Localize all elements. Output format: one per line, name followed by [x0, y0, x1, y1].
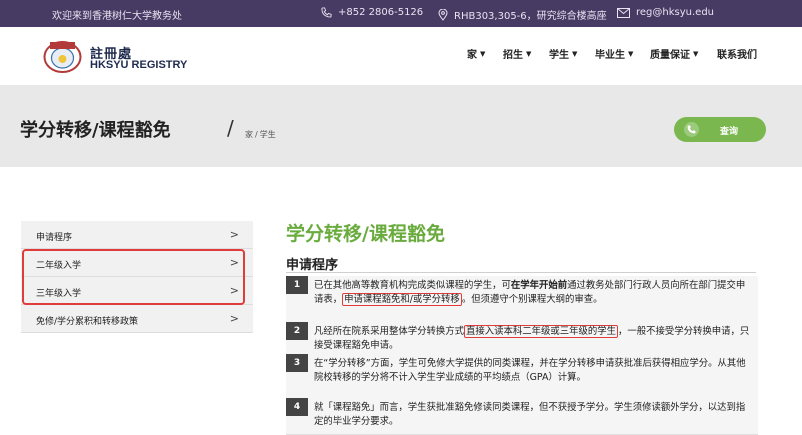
breadcrumb: 家 / 学生	[245, 129, 278, 140]
university-seal-icon[interactable]	[42, 40, 83, 73]
step-text-part: 。但须遵守个别课程大纲的审查。	[461, 294, 603, 305]
section-title: 申请程序	[286, 258, 339, 273]
highlighted-phrase: 申请课程豁免和/或学分转移	[342, 293, 462, 306]
nav-label: 联系我们	[717, 50, 757, 61]
breadcrumb-home[interactable]: 家	[245, 130, 253, 139]
query-button[interactable]: 查询	[674, 117, 766, 142]
sidebar-item-exemption-policy[interactable]: 免修/学分累积和转移政策 >	[21, 305, 253, 333]
caret-down-icon: ▼	[526, 49, 532, 58]
nav-label: 学生	[549, 50, 569, 61]
phone-info[interactable]: +852 2806-5126	[321, 7, 423, 18]
sidebar-item-label: 申请程序	[36, 233, 73, 243]
nav-graduates[interactable]: 毕业生 ▼	[595, 46, 634, 62]
chevron-right-icon: >	[229, 312, 239, 325]
email-info[interactable]: reg@hksyu.edu	[617, 7, 714, 18]
nav-contact-us[interactable]: 联系我们	[717, 46, 757, 61]
logo-english-name[interactable]: HKSYU REGISTRY	[90, 59, 187, 71]
caret-down-icon: ▼	[572, 49, 578, 58]
email-address: reg@hksyu.edu	[636, 7, 715, 18]
step-item-1: 1 已在其他高等教育机构完成类似课程的学生，可在学年开始前通过教务处部门行政人员…	[286, 276, 758, 323]
query-button-label: 查询	[720, 127, 739, 137]
nav-label: 毕业生	[595, 50, 625, 61]
nav-home[interactable]: 家 ▼	[467, 46, 486, 62]
caret-down-icon: ▼	[693, 49, 699, 58]
title-separator: /	[227, 116, 234, 140]
phone-icon	[684, 122, 699, 137]
address-info: RHB303,305-6，研究综合楼高座	[438, 7, 607, 22]
nav-label: 质量保证	[650, 50, 690, 61]
step-item-2: 2 凡经所在院系采用整体学分转换方式 直接入读本科二年级或三年级的学生 ，一般不接受…	[286, 322, 758, 355]
welcome-text: 欢迎来到香港树仁大学教务处	[52, 11, 182, 22]
step-number: 2	[286, 322, 308, 340]
section-divider	[286, 272, 756, 273]
nav-admissions[interactable]: 招生 ▼	[503, 46, 532, 62]
site-header: 註冊處 HKSYU REGISTRY 家 ▼ 招生 ▼ 学生 ▼ 毕业生 ▼ 质量保证 ▼…	[0, 27, 802, 85]
caret-down-icon: ▼	[480, 49, 486, 58]
step-number: 4	[286, 398, 308, 416]
phone-icon	[321, 7, 332, 18]
step-item-4: 4 就「课程豁免」而言，学生获批准豁免修读同类课程，但不获授予学分。学生须修读额…	[286, 398, 758, 435]
breadcrumb-separator: /	[255, 130, 258, 139]
step-item-3: 3 在“学分转移”方面，学生可免修大学提供的同类课程，并在学分转移申请获批准后获…	[286, 354, 758, 399]
step-text: 就「课程豁免」而言，学生获批准豁免修读同类课程，但不获授予学分。学生须修读额外学…	[314, 402, 746, 427]
top-info-bar: 欢迎来到香港树仁大学教务处 +852 2806-5126 RHB303,305-…	[0, 0, 802, 27]
step-number: 1	[286, 276, 308, 294]
sidebar-item-application-procedure[interactable]: 申请程序 >	[21, 221, 253, 249]
step-number: 3	[286, 354, 308, 372]
content-title: 学分转移/课程豁免	[286, 223, 445, 245]
sidebar-highlight-box	[22, 249, 245, 305]
chevron-right-icon: >	[229, 228, 239, 241]
phone-number: +852 2806-5126	[338, 7, 424, 18]
breadcrumb-current: 学生	[259, 130, 276, 139]
location-pin-icon	[438, 8, 448, 21]
highlighted-phrase: 直接入读本科二年级或三年级的学生	[464, 325, 619, 338]
step-text-part: 凡经所在院系采用整体学分转换方式	[314, 326, 465, 337]
step-text-bold: 在学年开始前	[510, 280, 568, 291]
step-text: 已在其他高等教育机构完成类似课程的学生，可在学年开始前通过教务处部门行政人员向所…	[314, 279, 754, 307]
caret-down-icon: ▼	[628, 49, 634, 58]
nav-label: 家	[467, 50, 477, 61]
address-text: RHB303,305-6，研究综合楼高座	[454, 11, 607, 22]
step-text-part: 已在其他高等教育机构完成类似课程的学生，可	[314, 280, 511, 291]
sidebar-item-label: 免修/学分累积和转移政策	[36, 317, 139, 327]
step-text: 凡经所在院系采用整体学分转换方式 直接入读本科二年级或三年级的学生 ，一般不接受学分…	[314, 325, 754, 353]
mail-icon	[617, 7, 630, 18]
nav-students[interactable]: 学生 ▼	[549, 46, 578, 62]
nav-quality-assurance[interactable]: 质量保证 ▼	[650, 46, 699, 62]
step-text: 在“学分转移”方面，学生可免修大学提供的同类课程，并在学分转移申请获批准后获得相…	[314, 358, 746, 383]
page-title: 学分转移/课程豁免	[20, 120, 171, 141]
nav-label: 招生	[503, 50, 523, 61]
